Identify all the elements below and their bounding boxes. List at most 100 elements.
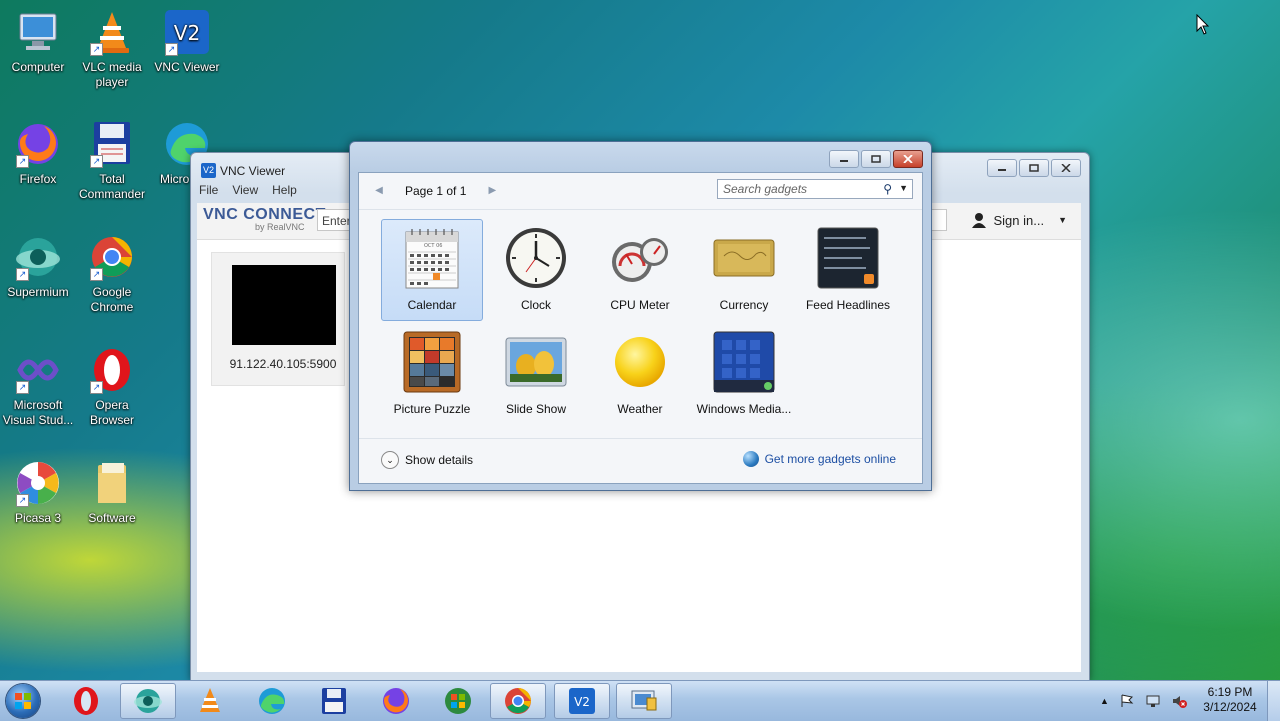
opera-icon — [74, 687, 98, 715]
vnc-viewer-icon: V2 ↗ — [163, 8, 211, 56]
gadgets-gallery-window: ◀ Page 1 of 1 ▶ Search gadgets ⚲ ▼ OCT 0… — [349, 141, 932, 491]
connection-thumbnail — [232, 265, 336, 345]
vnc-viewer-icon: V2 — [201, 163, 216, 179]
network-icon[interactable] — [1145, 693, 1161, 709]
gadget-cpu-meter[interactable]: CPU Meter — [589, 219, 691, 321]
vlc-icon — [200, 688, 220, 712]
previous-page-button[interactable]: ◀ — [371, 183, 387, 199]
windows-logo-icon — [445, 688, 471, 714]
taskbar-vnc-viewer[interactable]: V2 — [554, 683, 610, 719]
gadgets-icon — [631, 690, 657, 711]
gadget-calendar[interactable]: OCT 06 Calendar — [381, 219, 483, 321]
desktop-icon-opera[interactable]: ↗ Opera Browser — [74, 346, 150, 428]
desktop-icon-vnc-viewer[interactable]: V2 ↗ VNC Viewer — [149, 8, 225, 75]
system-clock[interactable]: 6:19 PM 3/12/2024 — [1196, 685, 1264, 715]
gadget-label: Windows Media... — [696, 402, 792, 416]
taskbar-edge[interactable] — [244, 683, 300, 719]
gadget-slide-show[interactable]: Slide Show — [485, 323, 587, 425]
windows-logo-icon — [15, 693, 31, 709]
minimize-button[interactable] — [987, 159, 1017, 177]
desktop-icon-chrome[interactable]: ↗ Google Chrome — [74, 233, 150, 315]
gadget-feed-headlines[interactable]: Feed Headlines — [797, 219, 899, 321]
gadget-label: Currency — [719, 298, 769, 312]
chevron-down-icon: ▼ — [1058, 215, 1067, 225]
desktop-icon-supermium[interactable]: ↗ Supermium — [0, 233, 76, 300]
desktop-icon-computer[interactable]: Computer — [0, 8, 76, 75]
desktop-icon-vlc[interactable]: ↗ VLC media player — [74, 8, 150, 90]
svg-text:V2: V2 — [574, 695, 590, 709]
show-hidden-icons-button[interactable]: ▲ — [1100, 696, 1109, 706]
menu-help[interactable]: Help — [272, 183, 297, 201]
volume-muted-icon[interactable] — [1171, 693, 1187, 709]
total-commander-icon — [322, 688, 346, 714]
weather-sun-icon — [608, 330, 672, 394]
taskbar-windows-item[interactable] — [430, 683, 486, 719]
shortcut-arrow-icon: ↗ — [16, 381, 29, 394]
svg-text:V2: V2 — [174, 21, 200, 45]
minimize-button[interactable] — [829, 150, 859, 168]
show-details-button[interactable]: ⌄ Show details — [381, 451, 473, 469]
chrome-icon: ↗ — [88, 233, 136, 281]
sign-in-button[interactable]: Sign in... ▼ — [971, 212, 1067, 228]
taskbar-vlc[interactable] — [182, 683, 238, 719]
taskbar-firefox[interactable] — [368, 683, 424, 719]
gadget-windows-media[interactable]: Windows Media... — [693, 323, 795, 425]
gadget-label: Calendar — [407, 298, 457, 312]
taskbar-total-commander[interactable] — [306, 683, 362, 719]
desktop-icon-picasa[interactable]: ↗ Picasa 3 — [0, 459, 76, 526]
user-icon — [972, 213, 987, 228]
maximize-button[interactable] — [1019, 159, 1049, 177]
taskbar-supermium[interactable] — [120, 683, 176, 719]
firefox-icon — [383, 688, 409, 714]
desktop-icon-visual-studio[interactable]: ↗ Microsoft Visual Stud... — [0, 346, 76, 428]
window-title: V2 VNC Viewer — [201, 163, 286, 179]
gadget-picture-puzzle[interactable]: Picture Puzzle — [381, 323, 483, 425]
next-page-button[interactable]: ▶ — [484, 183, 500, 199]
taskbar-gadgets[interactable] — [616, 683, 672, 719]
desktop-icon-software-folder[interactable]: Software — [74, 459, 150, 526]
gadget-label: Weather — [617, 402, 663, 416]
opera-icon: ↗ — [88, 346, 136, 394]
picture-puzzle-icon — [400, 330, 464, 394]
taskbar-chrome[interactable] — [490, 683, 546, 719]
edge-icon — [259, 688, 285, 714]
system-tray: ▲ — [1100, 681, 1187, 721]
show-desktop-button[interactable] — [1267, 681, 1280, 721]
taskbar: V2 ▲ 6:19 PM 3/12/2024 — [0, 680, 1280, 721]
expand-icon: ⌄ — [381, 451, 399, 469]
gadget-label: Clock — [520, 298, 551, 312]
restore-button[interactable] — [861, 150, 891, 168]
gadget-label: Picture Puzzle — [393, 402, 471, 416]
menu-file[interactable]: File — [199, 183, 218, 201]
shortcut-arrow-icon: ↗ — [16, 155, 29, 168]
globe-icon — [742, 451, 759, 467]
calendar-icon: OCT 06 — [400, 226, 464, 290]
action-center-flag-icon[interactable] — [1119, 693, 1135, 709]
close-button[interactable] — [1051, 159, 1081, 177]
page-indicator: Page 1 of 1 — [405, 184, 467, 198]
gadget-currency[interactable]: Currency — [693, 219, 795, 321]
gadget-weather[interactable]: Weather — [589, 323, 691, 425]
menu-view[interactable]: View — [232, 183, 258, 201]
gadget-label: Feed Headlines — [805, 298, 891, 312]
search-icon[interactable]: ⚲ — [883, 182, 892, 196]
gadgets-footer: ⌄ Show details Get more gadgets online — [359, 438, 922, 483]
mouse-cursor-icon — [1196, 14, 1210, 35]
search-options-dropdown[interactable]: ▼ — [899, 183, 908, 193]
svg-text:OCT 06: OCT 06 — [424, 243, 442, 249]
shortcut-arrow-icon: ↗ — [90, 268, 103, 281]
vlc-icon: ↗ — [88, 8, 136, 56]
connection-label: 91.122.40.105:5900 — [229, 357, 337, 371]
desktop-icon-total-commander[interactable]: ↗ Total Commander — [74, 120, 150, 202]
desktop-icon-firefox[interactable]: ↗ Firefox — [0, 120, 76, 187]
pager: ◀ Page 1 of 1 ▶ — [371, 181, 500, 201]
close-button[interactable] — [893, 150, 923, 168]
chrome-icon — [505, 688, 531, 714]
get-more-gadgets-link[interactable]: Get more gadgets online — [742, 451, 896, 467]
clock-date: 3/12/2024 — [1203, 700, 1257, 714]
gadget-clock[interactable]: Clock — [485, 219, 587, 321]
connection-tile[interactable]: 91.122.40.105:5900 — [211, 252, 345, 386]
start-button[interactable] — [6, 684, 40, 718]
search-gadgets-input[interactable]: Search gadgets ⚲ ▼ — [717, 179, 913, 199]
taskbar-opera[interactable] — [58, 683, 114, 719]
